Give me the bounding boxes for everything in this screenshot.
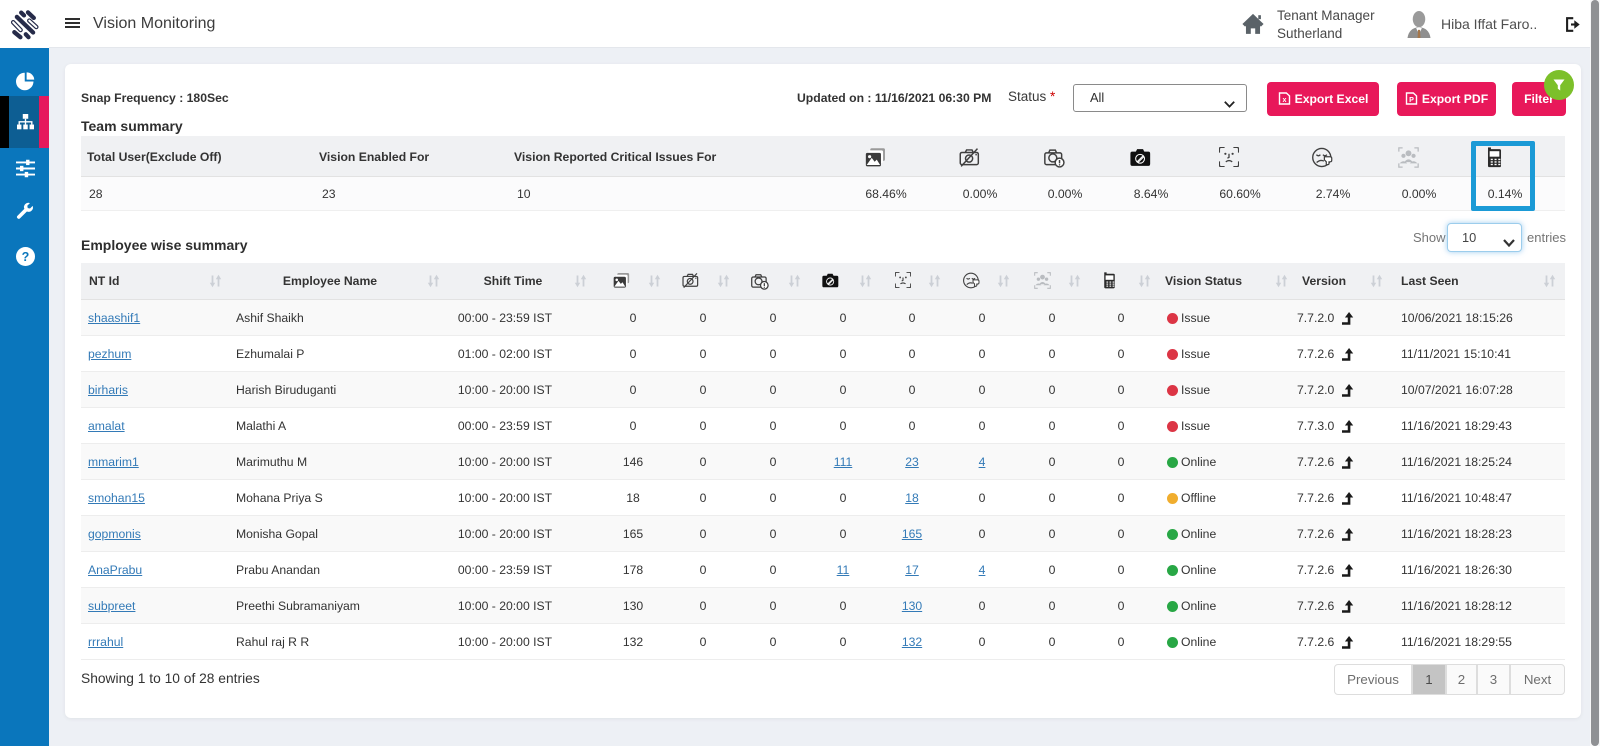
- svg-text:P: P: [1409, 96, 1414, 104]
- svg-text:x: x: [1282, 96, 1286, 104]
- svg-text:?: ?: [21, 250, 29, 264]
